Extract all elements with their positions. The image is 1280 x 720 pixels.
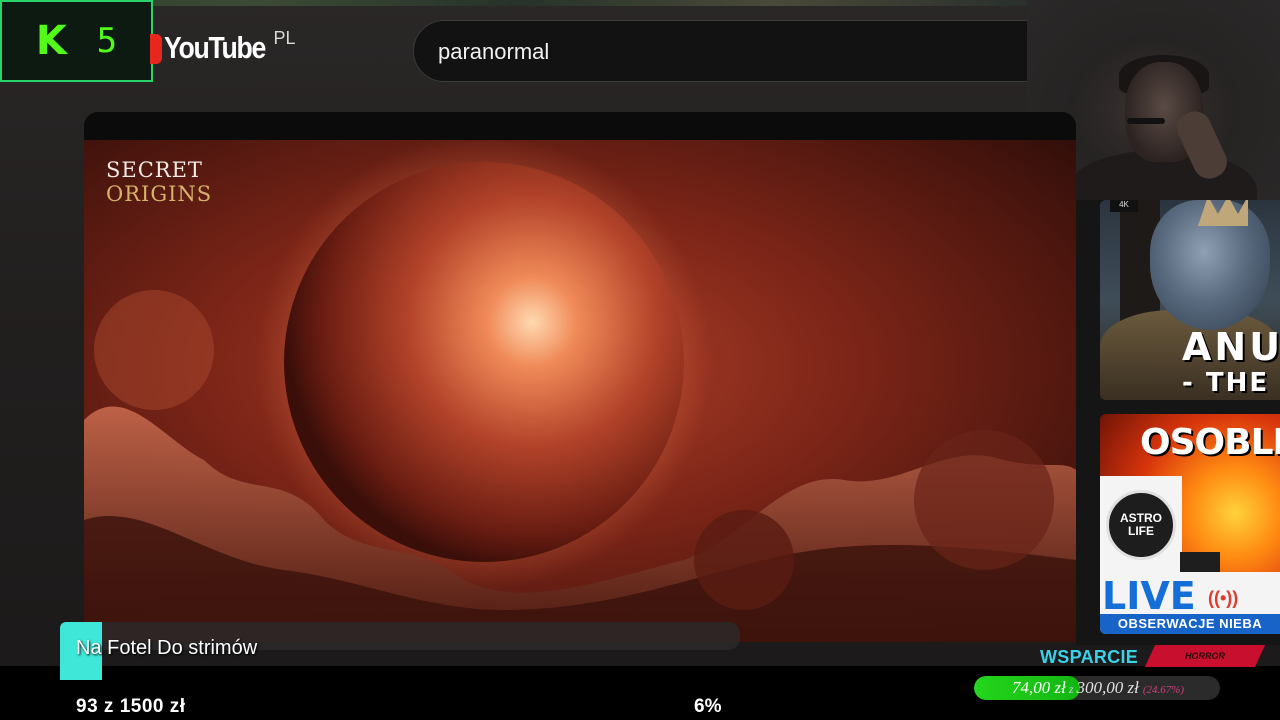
broadcast-icon: ((•))	[1208, 588, 1239, 608]
top-strip	[0, 0, 1030, 6]
horror-tag-text: HORROR	[1185, 651, 1225, 661]
live-label: LIVE	[1102, 574, 1196, 618]
goal-amount: 93 z 1500 zł	[76, 696, 186, 717]
search-query: paranormal	[438, 39, 550, 64]
support-progress-text: 74,00 zł z 300,00 zł (24.67%)	[1012, 678, 1184, 698]
youtube-wordmark: YouTube	[164, 30, 266, 65]
youtube-play-icon	[150, 34, 162, 64]
region-code: PL	[273, 28, 296, 48]
recommended-thumbnail[interactable]: OSOBLIW ASTRO LIFE LIVE ((•)) OBSERWACJE…	[1100, 414, 1280, 634]
thumbnail-banner: OBSERWACJE NIEBA	[1100, 614, 1280, 634]
headset-mic-icon	[1127, 118, 1165, 124]
goal-title: Na Fotel Do strimów	[76, 637, 258, 659]
support-current: 74,00 zł	[1012, 678, 1066, 697]
watermark-line-2: ORIGINS	[106, 182, 213, 206]
video-frame[interactable]: SECRET ORIGINS	[84, 140, 1076, 642]
logo-line-2: LIFE	[1128, 524, 1154, 538]
donation-goal: Na Fotel Do strimów	[60, 622, 740, 680]
video-scene	[84, 140, 1076, 642]
thumbnail-subtitle: - THE	[1182, 368, 1270, 398]
support-separator: z	[1068, 682, 1074, 696]
video-player[interactable]: SECRET ORIGINS	[84, 112, 1076, 642]
astrolife-logo: ASTRO LIFE	[1106, 490, 1176, 560]
recommended-videos: 4K ANU - THE OSOBLIW ASTRO LIFE LIVE ((•…	[1076, 200, 1280, 645]
support-percent: (24.67%)	[1142, 684, 1185, 696]
kick-logo-icon: K	[35, 18, 67, 64]
viewer-count: 5	[96, 21, 118, 61]
telescope-icon	[1180, 552, 1220, 574]
support-goal: 300,00 zł	[1076, 678, 1139, 697]
recommended-thumbnail[interactable]: 4K ANU - THE	[1100, 200, 1280, 400]
channel-watermark: SECRET ORIGINS	[106, 160, 212, 205]
kick-viewer-badge: K 5	[0, 0, 153, 82]
stream-layout: K 5 YouTube PL paranormal SECRET ORIGINS…	[0, 0, 1280, 720]
quality-badge: 4K	[1110, 200, 1138, 212]
horror-tag: HORROR	[1144, 645, 1266, 667]
support-progress-bar: 74,00 zł z 300,00 zł (24.67%)	[974, 676, 1220, 700]
thumbnail-title: OSOBLIW	[1140, 422, 1280, 463]
goal-percent: 6%	[694, 696, 722, 717]
thumbnail-title: ANU	[1182, 325, 1280, 369]
support-label: WSPARCIE	[1040, 647, 1139, 667]
watermark-line-1: SECRET	[106, 158, 203, 182]
search-input[interactable]: paranormal	[413, 20, 1053, 82]
youtube-logo[interactable]: YouTube PL	[150, 28, 296, 66]
